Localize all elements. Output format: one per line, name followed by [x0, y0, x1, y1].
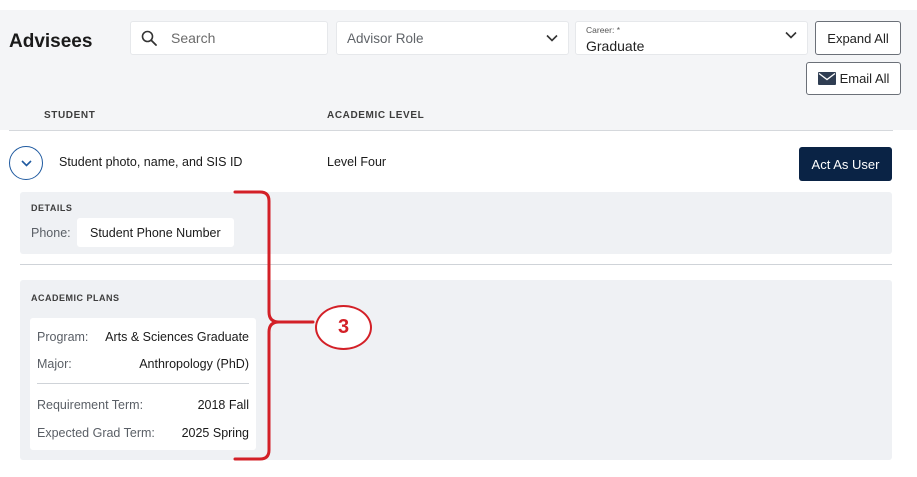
academic-level-value: Level Four — [327, 155, 387, 169]
chevron-down-icon — [20, 159, 32, 167]
phone-label: Phone: — [31, 226, 71, 240]
chevron-down-icon — [546, 34, 558, 42]
envelope-icon — [817, 72, 836, 85]
career-value: Graduate — [586, 38, 645, 54]
header-divider — [9, 130, 893, 131]
plan-card-divider — [37, 383, 249, 384]
expand-all-button[interactable]: Expand All — [815, 21, 901, 55]
column-header-academic-level[interactable]: ACADEMIC LEVEL — [327, 110, 424, 121]
advisor-role-select[interactable]: Advisor Role — [336, 21, 569, 55]
expected-grad-term-label: Expected Grad Term: — [37, 426, 155, 440]
academic-plans-label: ACADEMIC PLANS — [31, 293, 120, 303]
expand-row-toggle[interactable] — [9, 146, 43, 180]
phone-value: Student Phone Number — [90, 226, 221, 240]
search-field[interactable] — [130, 21, 328, 55]
major-label: Major: — [37, 357, 72, 371]
advisor-role-placeholder: Advisor Role — [347, 30, 424, 46]
career-label: Career: * — [586, 25, 621, 35]
program-label: Program: — [37, 330, 89, 344]
email-all-button[interactable]: Email All — [806, 62, 901, 95]
requirement-term-label: Requirement Term: — [37, 398, 144, 412]
career-select[interactable]: Career: * Graduate — [575, 21, 808, 55]
annotation-number: 3 — [337, 316, 350, 338]
act-as-user-button[interactable]: Act As User — [799, 147, 892, 181]
chevron-down-icon — [785, 31, 797, 39]
student-info: Student photo, name, and SIS ID — [59, 155, 243, 169]
page-title: Advisees — [9, 31, 93, 52]
search-input[interactable] — [169, 29, 313, 47]
section-divider — [20, 264, 892, 265]
details-section-label: DETAILS — [31, 203, 73, 213]
search-icon — [141, 30, 157, 46]
column-header-student[interactable]: STUDENT — [44, 110, 95, 121]
annotation-callout: 3 — [315, 305, 372, 350]
email-all-label: Email All — [839, 71, 890, 86]
